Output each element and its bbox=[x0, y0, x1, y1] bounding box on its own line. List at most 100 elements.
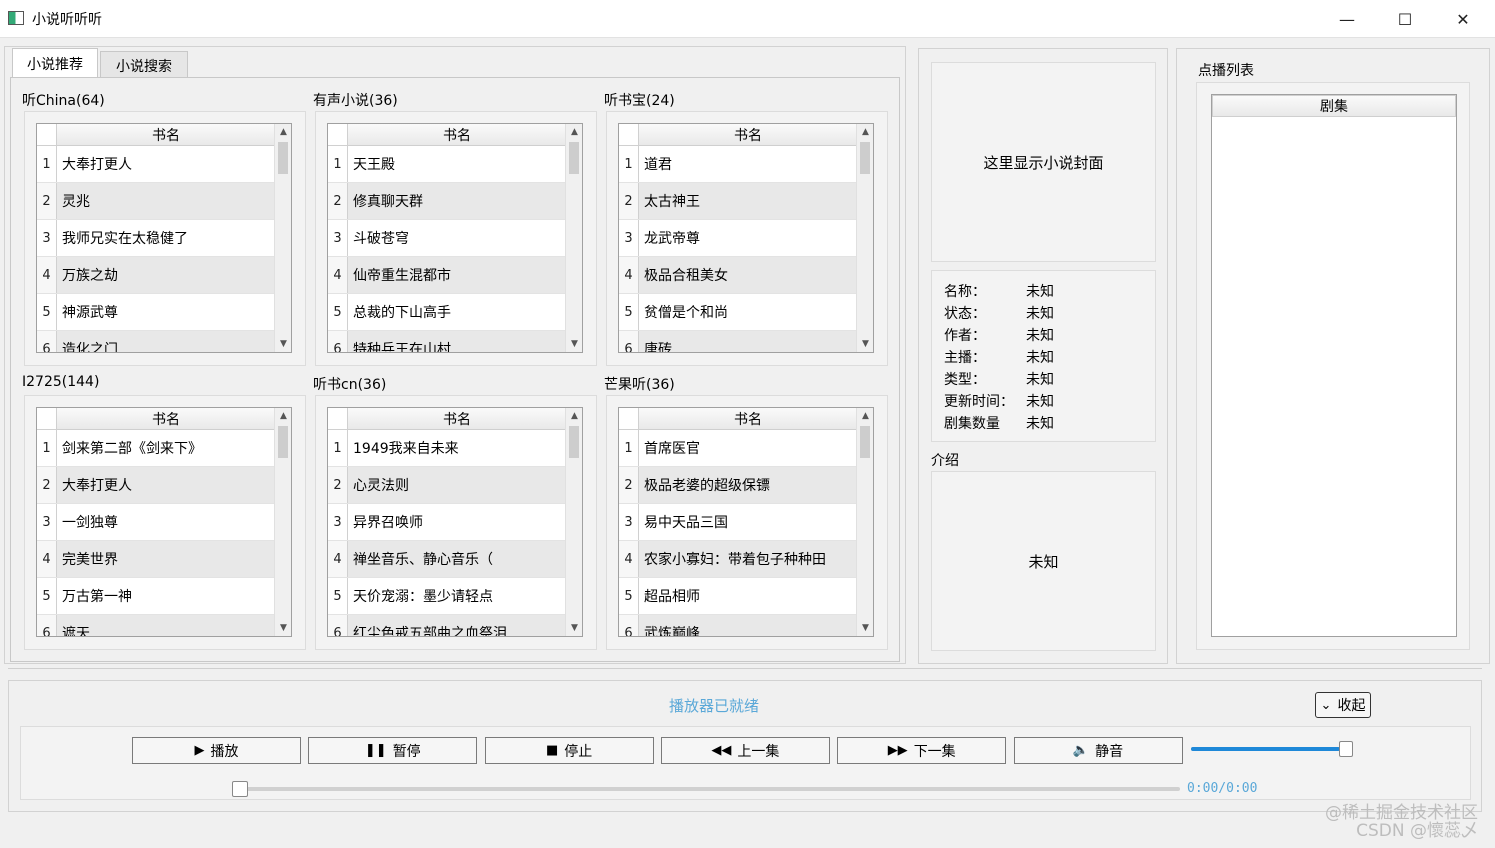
book-title-cell[interactable]: 太古神王 bbox=[639, 183, 858, 219]
table-row[interactable]: 1 天王殿 bbox=[328, 146, 567, 183]
table-row[interactable]: 5 贫僧是个和尚 bbox=[619, 294, 858, 331]
table-row[interactable]: 4 万族之劫 bbox=[37, 257, 276, 294]
book-title-cell[interactable]: 剑来第二部《剑来下》 bbox=[57, 430, 276, 466]
volume-handle[interactable] bbox=[1338, 741, 1353, 757]
table-row[interactable]: 3 龙武帝尊 bbox=[619, 220, 858, 257]
book-title-cell[interactable]: 万古第一神 bbox=[57, 578, 276, 614]
table-row[interactable]: 6 唐砖 bbox=[619, 331, 858, 352]
book-title-cell[interactable]: 异界召唤师 bbox=[348, 504, 567, 540]
progress-slider[interactable] bbox=[232, 780, 1182, 798]
book-title-cell[interactable]: 修真聊天群 bbox=[348, 183, 567, 219]
collapse-button[interactable]: ⌄ 收起 bbox=[1315, 692, 1371, 718]
table-row[interactable]: 1 大奉打更人 bbox=[37, 146, 276, 183]
book-title-cell[interactable]: 极品老婆的超级保镖 bbox=[639, 467, 858, 503]
table-row[interactable]: 1 道君 bbox=[619, 146, 858, 183]
book-table[interactable]: 书名 1 大奉打更人 2 灵兆 3 我师兄实在太稳健了 4 万族之劫 5 神源武尊 6 造化之门 ▲ ▼ bbox=[36, 123, 292, 353]
table-row[interactable]: 6 红尘色戒五部曲之血祭泪 bbox=[328, 615, 567, 636]
book-title-cell[interactable]: 大奉打更人 bbox=[57, 467, 276, 503]
table-row[interactable]: 1 剑来第二部《剑来下》 bbox=[37, 430, 276, 467]
scroll-up-icon[interactable]: ▲ bbox=[857, 408, 873, 424]
table-row[interactable]: 3 一剑独尊 bbox=[37, 504, 276, 541]
table-row[interactable]: 2 心灵法则 bbox=[328, 467, 567, 504]
play-button[interactable]: ▶ 播放 bbox=[132, 737, 301, 764]
table-row[interactable]: 5 超品相师 bbox=[619, 578, 858, 615]
book-table[interactable]: 书名 1 天王殿 2 修真聊天群 3 斗破苍穹 4 仙帝重生混都市 5 总裁的下山高手 6 特种兵王在山… bbox=[327, 123, 583, 353]
scroll-thumb[interactable] bbox=[569, 426, 579, 458]
table-row[interactable]: 4 完美世界 bbox=[37, 541, 276, 578]
book-title-cell[interactable]: 极品合租美女 bbox=[639, 257, 858, 293]
scroll-down-icon[interactable]: ▼ bbox=[857, 336, 873, 352]
playlist-table[interactable]: 剧集 bbox=[1211, 94, 1457, 637]
progress-handle[interactable] bbox=[232, 781, 248, 797]
book-table[interactable]: 书名 1 首席医官 2 极品老婆的超级保镖 3 易中天品三国 4 农家小寡妇：带着包子种种田 5 超… bbox=[618, 407, 874, 637]
book-title-cell[interactable]: 心灵法则 bbox=[348, 467, 567, 503]
scroll-thumb[interactable] bbox=[860, 426, 870, 458]
table-row[interactable]: 2 修真聊天群 bbox=[328, 183, 567, 220]
book-title-cell[interactable]: 贫僧是个和尚 bbox=[639, 294, 858, 330]
column-header-title[interactable]: 书名 bbox=[57, 408, 276, 430]
scroll-down-icon[interactable]: ▼ bbox=[857, 620, 873, 636]
book-title-cell[interactable]: 天价宠溺：墨少请轻点 bbox=[348, 578, 567, 614]
table-row[interactable]: 1 首席医官 bbox=[619, 430, 858, 467]
book-title-cell[interactable]: 斗破苍穹 bbox=[348, 220, 567, 256]
book-table[interactable]: 书名 1 1949我来自未来 2 心灵法则 3 异界召唤师 4 禅坐音乐、静心音乐（ 5 天价宠溺：… bbox=[327, 407, 583, 637]
column-header-title[interactable]: 书名 bbox=[639, 408, 858, 430]
book-title-cell[interactable]: 特种兵王在山村 bbox=[348, 331, 567, 352]
table-row[interactable]: 4 农家小寡妇：带着包子种种田 bbox=[619, 541, 858, 578]
book-title-cell[interactable]: 唐砖 bbox=[639, 331, 858, 352]
table-row[interactable]: 5 天价宠溺：墨少请轻点 bbox=[328, 578, 567, 615]
book-title-cell[interactable]: 仙帝重生混都市 bbox=[348, 257, 567, 293]
book-title-cell[interactable]: 道君 bbox=[639, 146, 858, 182]
book-title-cell[interactable]: 万族之劫 bbox=[57, 257, 276, 293]
table-row[interactable]: 5 万古第一神 bbox=[37, 578, 276, 615]
book-title-cell[interactable]: 神源武尊 bbox=[57, 294, 276, 330]
table-row[interactable]: 5 总裁的下山高手 bbox=[328, 294, 567, 331]
book-title-cell[interactable]: 完美世界 bbox=[57, 541, 276, 577]
scroll-thumb[interactable] bbox=[278, 142, 288, 174]
book-title-cell[interactable]: 易中天品三国 bbox=[639, 504, 858, 540]
next-button[interactable]: ▶▶ 下一集 bbox=[837, 737, 1007, 764]
table-row[interactable]: 3 易中天品三国 bbox=[619, 504, 858, 541]
column-header-title[interactable]: 书名 bbox=[348, 124, 567, 146]
table-row[interactable]: 4 仙帝重生混都市 bbox=[328, 257, 567, 294]
vertical-scrollbar[interactable]: ▲ ▼ bbox=[856, 408, 873, 636]
book-title-cell[interactable]: 1949我来自未来 bbox=[348, 430, 567, 466]
scroll-thumb[interactable] bbox=[569, 142, 579, 174]
scroll-down-icon[interactable]: ▼ bbox=[566, 620, 582, 636]
maximize-button[interactable]: ☐ bbox=[1376, 0, 1434, 38]
table-row[interactable]: 3 我师兄实在太稳健了 bbox=[37, 220, 276, 257]
table-row[interactable]: 4 禅坐音乐、静心音乐（ bbox=[328, 541, 567, 578]
scroll-thumb[interactable] bbox=[278, 426, 288, 458]
book-title-cell[interactable]: 武炼巅峰 bbox=[639, 615, 858, 636]
table-row[interactable]: 6 遮天 bbox=[37, 615, 276, 636]
tab-search[interactable]: 小说搜索 bbox=[100, 51, 188, 80]
column-header-title[interactable]: 书名 bbox=[348, 408, 567, 430]
tab-recommend[interactable]: 小说推荐 bbox=[12, 48, 98, 79]
table-row[interactable]: 4 极品合租美女 bbox=[619, 257, 858, 294]
vertical-scrollbar[interactable]: ▲ ▼ bbox=[274, 408, 291, 636]
table-row[interactable]: 6 武炼巅峰 bbox=[619, 615, 858, 636]
vertical-scrollbar[interactable]: ▲ ▼ bbox=[856, 124, 873, 352]
table-row[interactable]: 6 造化之门 bbox=[37, 331, 276, 352]
column-header-title[interactable]: 书名 bbox=[57, 124, 276, 146]
scroll-thumb[interactable] bbox=[860, 142, 870, 174]
table-row[interactable]: 2 极品老婆的超级保镖 bbox=[619, 467, 858, 504]
table-row[interactable]: 2 太古神王 bbox=[619, 183, 858, 220]
book-title-cell[interactable]: 造化之门 bbox=[57, 331, 276, 352]
table-row[interactable]: 2 灵兆 bbox=[37, 183, 276, 220]
book-title-cell[interactable]: 超品相师 bbox=[639, 578, 858, 614]
pause-button[interactable]: ❚❚ 暂停 bbox=[308, 737, 478, 764]
book-title-cell[interactable]: 农家小寡妇：带着包子种种田 bbox=[639, 541, 858, 577]
scroll-down-icon[interactable]: ▼ bbox=[275, 620, 291, 636]
scroll-down-icon[interactable]: ▼ bbox=[275, 336, 291, 352]
table-row[interactable]: 6 特种兵王在山村 bbox=[328, 331, 567, 352]
vertical-scrollbar[interactable]: ▲ ▼ bbox=[274, 124, 291, 352]
book-title-cell[interactable]: 遮天 bbox=[57, 615, 276, 636]
book-title-cell[interactable]: 一剑独尊 bbox=[57, 504, 276, 540]
book-title-cell[interactable]: 首席医官 bbox=[639, 430, 858, 466]
table-row[interactable]: 3 斗破苍穹 bbox=[328, 220, 567, 257]
table-row[interactable]: 2 大奉打更人 bbox=[37, 467, 276, 504]
book-table[interactable]: 书名 1 道君 2 太古神王 3 龙武帝尊 4 极品合租美女 5 贫僧是个和尚 6 唐砖 ▲ ▼ bbox=[618, 123, 874, 353]
close-button[interactable]: ✕ bbox=[1434, 0, 1492, 38]
vertical-scrollbar[interactable]: ▲ ▼ bbox=[565, 408, 582, 636]
